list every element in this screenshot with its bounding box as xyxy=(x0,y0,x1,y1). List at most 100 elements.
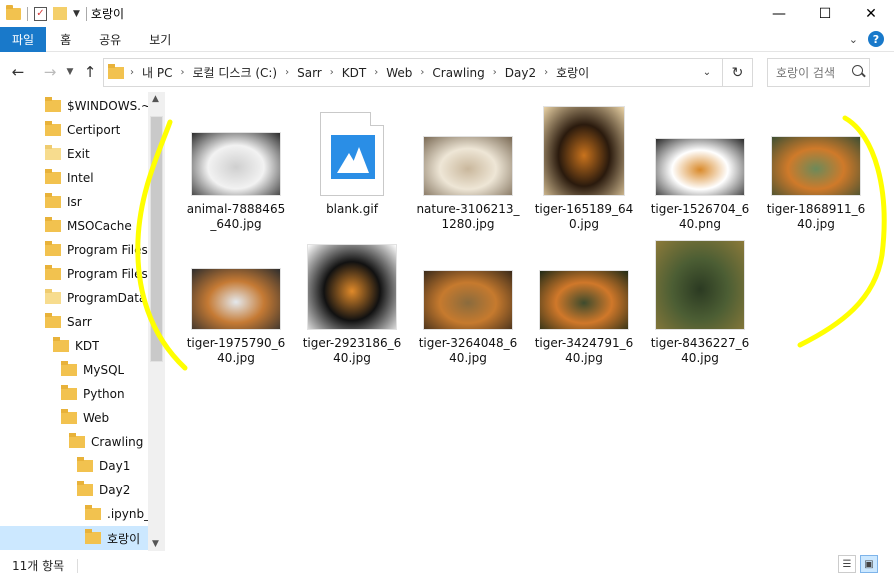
file-name: tiger-2923186_640.jpg xyxy=(302,336,402,365)
tree-item[interactable]: $WINDOWS.~LS xyxy=(45,94,148,118)
folder-icon xyxy=(85,529,101,544)
tab-home[interactable]: 홈 xyxy=(46,27,85,52)
chevron-right-icon[interactable]: › xyxy=(420,67,424,78)
tab-file[interactable]: 파일 xyxy=(0,26,47,52)
file-item[interactable]: blank.gif xyxy=(300,104,404,217)
folder-icon xyxy=(45,169,61,184)
tree-item[interactable]: Day1 xyxy=(77,454,130,478)
file-view[interactable]: animal-7888465_640.jpg blank.gif nature-31… xyxy=(168,92,894,551)
scroll-down-icon[interactable]: ▼ xyxy=(152,539,159,549)
maximize-button[interactable]: ☐ xyxy=(802,0,848,27)
file-item[interactable]: tiger-3424791_640.jpg xyxy=(532,238,636,366)
breadcrumb-kdt[interactable]: KDT xyxy=(342,66,366,80)
chevron-right-icon[interactable]: › xyxy=(180,67,184,78)
large-icons-view-icon[interactable]: ▣ xyxy=(860,555,878,573)
ribbon-tabs: 파일 홈 공유 보기 ⌄ ? xyxy=(0,26,894,52)
minimize-button[interactable]: — xyxy=(756,0,802,27)
tree-item[interactable]: Sarr xyxy=(45,310,92,334)
tree-item[interactable]: Crawling xyxy=(69,430,143,454)
chevron-right-icon[interactable]: › xyxy=(374,67,378,78)
breadcrumb-current[interactable]: 호랑이 xyxy=(554,64,597,81)
image-file-icon xyxy=(320,112,384,196)
file-name: tiger-3424791_640.jpg xyxy=(534,336,634,365)
folder-icon[interactable] xyxy=(6,4,21,20)
nav-scrollbar[interactable]: ▲ ▼ xyxy=(148,92,165,551)
tab-share[interactable]: 공유 xyxy=(85,27,135,52)
tree-item[interactable]: MSOCache xyxy=(45,214,132,238)
tree-item[interactable]: Program Files xyxy=(45,238,148,262)
tree-item[interactable]: Web xyxy=(61,406,109,430)
breadcrumb-day2[interactable]: Day2 xyxy=(505,66,536,80)
file-name: tiger-1526704_640.png xyxy=(650,202,750,231)
search-icon xyxy=(852,65,863,76)
details-view-icon[interactable]: ☰ xyxy=(838,555,856,573)
tree-item[interactable]: Day2 xyxy=(77,478,130,502)
file-item[interactable]: tiger-1975790_640.jpg xyxy=(184,238,288,366)
folder-icon xyxy=(85,505,101,520)
navigation-pane[interactable]: $WINDOWS.~LS Certiport Exit Intel Isr MSOCach… xyxy=(0,92,166,551)
tab-view[interactable]: 보기 xyxy=(135,27,185,52)
window-title: 호랑이 xyxy=(90,7,125,21)
help-icon[interactable]: ? xyxy=(868,31,884,47)
status-divider xyxy=(77,559,78,573)
folder-icon xyxy=(45,241,61,256)
chevron-right-icon[interactable]: › xyxy=(544,67,548,78)
tree-item[interactable]: 호랑이 xyxy=(0,526,148,550)
file-name: tiger-3264048_640.jpg xyxy=(418,336,518,365)
tree-item[interactable]: Isr xyxy=(45,190,82,214)
tree-item[interactable]: KDT xyxy=(53,334,99,358)
chevron-down-icon[interactable]: ⌄ xyxy=(849,33,858,46)
file-item[interactable]: tiger-2923186_640.jpg xyxy=(300,238,404,366)
scrollbar-thumb[interactable] xyxy=(150,116,163,362)
file-item[interactable]: tiger-165189_640.jpg xyxy=(532,104,636,232)
file-item[interactable]: tiger-1868911_640.jpg xyxy=(764,104,868,232)
toolbar-divider xyxy=(85,6,87,21)
recent-locations-icon[interactable]: ▼ xyxy=(62,60,78,84)
scroll-up-icon[interactable]: ▲ xyxy=(152,94,159,104)
breadcrumb: 내 PC › 로컬 디스크 (C:) › Sarr › KDT › Web › … xyxy=(142,64,597,81)
tree-item[interactable]: Exit xyxy=(45,142,90,166)
file-item[interactable]: tiger-1526704_640.png xyxy=(648,104,752,232)
file-item[interactable]: nature-3106213_1280.jpg xyxy=(416,104,520,232)
refresh-icon[interactable]: ↻ xyxy=(722,59,752,86)
properties-icon[interactable]: ✓ xyxy=(34,6,47,21)
file-item[interactable]: tiger-3264048_640.jpg xyxy=(416,238,520,366)
folder-icon xyxy=(77,481,93,496)
image-thumbnail xyxy=(423,270,513,330)
breadcrumb-local-disk[interactable]: 로컬 디스크 (C:) xyxy=(192,64,277,81)
new-folder-icon[interactable] xyxy=(53,7,67,20)
folder-icon xyxy=(45,121,61,136)
up-arrow-icon[interactable]: ↑ xyxy=(78,60,102,84)
tree-item[interactable]: ProgramData xyxy=(45,286,146,310)
breadcrumb-web[interactable]: Web xyxy=(386,66,412,80)
breadcrumb-sarr[interactable]: Sarr xyxy=(297,66,322,80)
tree-item[interactable]: .ipynb_checkpoints xyxy=(85,502,148,526)
file-item[interactable]: animal-7888465_640.jpg xyxy=(184,104,288,232)
file-item[interactable]: tiger-8436227_640.jpg xyxy=(648,238,752,366)
image-thumbnail xyxy=(543,106,625,196)
folder-icon xyxy=(69,433,85,448)
address-bar[interactable]: › 내 PC › 로컬 디스크 (C:) › Sarr › KDT › Web … xyxy=(103,58,753,87)
back-arrow-icon[interactable]: ← xyxy=(6,60,30,84)
title-bar: ✓ ▼ 호랑이 — ☐ ✕ xyxy=(0,0,894,27)
chevron-right-icon[interactable]: › xyxy=(285,67,289,78)
chevron-down-icon[interactable]: ⌄ xyxy=(694,59,720,86)
tree-item[interactable]: Program Files (x86) xyxy=(45,262,148,286)
file-name: nature-3106213_1280.jpg xyxy=(416,202,520,231)
search-input[interactable]: 호랑이 검색 xyxy=(767,58,870,87)
tree-item-label: Program Files xyxy=(67,243,148,257)
tree-item[interactable]: Intel xyxy=(45,166,94,190)
customize-toolbar-icon[interactable]: ▼ xyxy=(73,9,80,19)
search-placeholder: 호랑이 검색 xyxy=(776,66,836,80)
close-button[interactable]: ✕ xyxy=(848,0,894,27)
tree-item[interactable]: Python xyxy=(61,382,125,406)
folder-icon xyxy=(61,361,77,376)
breadcrumb-this-pc[interactable]: 내 PC xyxy=(142,64,172,81)
breadcrumb-crawling[interactable]: Crawling xyxy=(432,66,484,80)
tree-item[interactable]: Certiport xyxy=(45,118,120,142)
tree-item[interactable]: MySQL xyxy=(61,358,124,382)
chevron-right-icon[interactable]: › xyxy=(493,67,497,78)
chevron-right-icon[interactable]: › xyxy=(330,67,334,78)
forward-arrow-icon[interactable]: → xyxy=(38,60,62,84)
chevron-right-icon[interactable]: › xyxy=(130,67,134,78)
